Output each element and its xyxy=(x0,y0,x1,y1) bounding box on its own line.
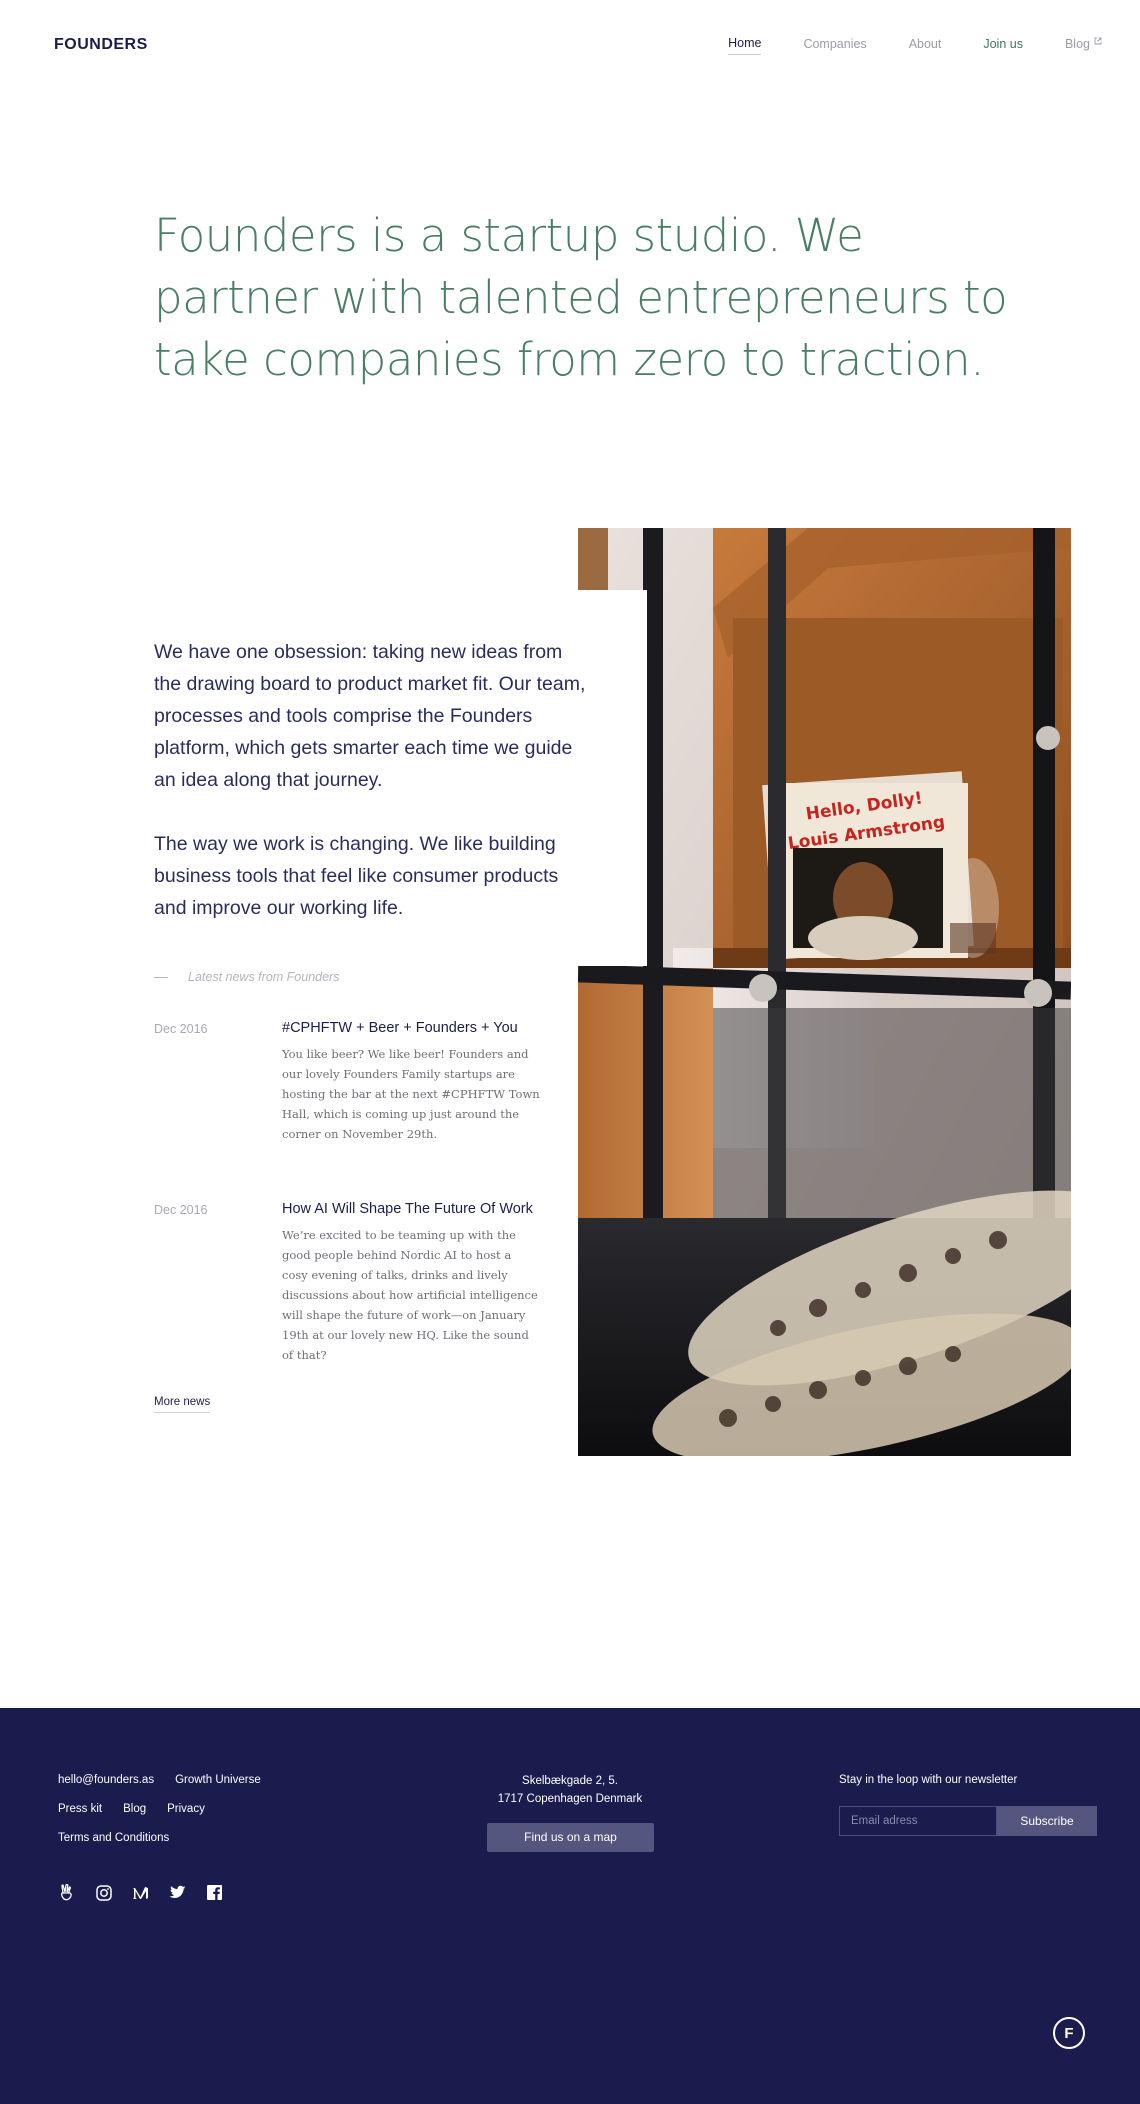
footer-press-kit-link[interactable]: Press kit xyxy=(58,1803,102,1815)
medium-icon[interactable] xyxy=(132,1884,149,1901)
intro-text: We have one obsession: taking new ideas … xyxy=(154,636,594,956)
nav-blog[interactable]: Blog xyxy=(1065,36,1102,55)
newsletter-label: Stay in the loop with our newsletter xyxy=(839,1774,1018,1786)
news-heading-label: Latest news from Founders xyxy=(188,970,340,984)
news-date: Dec 2016 xyxy=(154,1022,208,1036)
news-excerpt: We’re excited to be teaming up with the … xyxy=(282,1228,538,1362)
more-news-link[interactable]: More news xyxy=(154,1396,211,1413)
news-heading-dash xyxy=(154,977,168,979)
footer-growth-universe-link[interactable]: Growth Universe xyxy=(175,1774,261,1786)
site-footer: hello@founders.as Growth Universe Press … xyxy=(0,1708,1140,2104)
address-line-1: Skelbækgade 2, 5. xyxy=(522,1775,618,1787)
footer-privacy-link[interactable]: Privacy xyxy=(167,1803,205,1815)
twitter-icon[interactable] xyxy=(169,1884,186,1901)
nav-join-us[interactable]: Join us xyxy=(983,36,1023,55)
news-title[interactable]: #CPHFTW + Beer + Founders + You xyxy=(282,1020,552,1036)
footer-terms-link[interactable]: Terms and Conditions xyxy=(58,1832,169,1844)
office-shelf-photo: Hello, Dolly! Louis Armstrong xyxy=(578,528,1071,1456)
nav-blog-label: Blog xyxy=(1064,36,1090,51)
nav-companies[interactable]: Companies xyxy=(803,36,866,55)
footer-links: hello@founders.as Growth Universe Press … xyxy=(58,1774,261,1861)
facebook-icon[interactable] xyxy=(206,1884,223,1901)
address-line-2: 1717 Copenhagen Denmark xyxy=(497,1793,643,1805)
hero-statement: Founders is a startup studio. We partner… xyxy=(154,209,1008,386)
subscribe-button[interactable]: Subscribe xyxy=(997,1806,1097,1836)
instagram-icon[interactable] xyxy=(95,1884,112,1901)
social-links xyxy=(58,1884,223,1901)
news-heading: Latest news from Founders xyxy=(154,970,339,984)
angellist-icon[interactable] xyxy=(58,1884,75,1901)
news-title[interactable]: How AI Will Shape The Future Of Work xyxy=(282,1201,552,1217)
find-on-map-button[interactable]: Find us on a map xyxy=(487,1823,654,1852)
intro-paragraph-2: The way we work is changing. We like bui… xyxy=(154,833,559,919)
founders-badge-icon[interactable]: F xyxy=(1053,2017,1085,2049)
footer-blog-link[interactable]: Blog xyxy=(123,1803,146,1815)
news-excerpt: You like beer? We like beer! Founders an… xyxy=(282,1047,540,1141)
founders-logo[interactable]: FOUNDERS xyxy=(54,36,148,54)
nav-about[interactable]: About xyxy=(909,36,942,55)
site-header: FOUNDERS Home Companies About Join us Bl… xyxy=(0,0,1140,90)
external-link-icon xyxy=(1094,37,1102,44)
footer-email-link[interactable]: hello@founders.as xyxy=(58,1774,154,1786)
main-nav: Home Companies About Join us Blog xyxy=(728,36,1102,55)
office-address: Skelbækgade 2, 5. 1717 Copenhagen Denmar… xyxy=(470,1772,670,1808)
nav-home[interactable]: Home xyxy=(728,36,762,55)
intro-paragraph-1: We have one obsession: taking new ideas … xyxy=(154,641,586,791)
news-date: Dec 2016 xyxy=(154,1203,208,1217)
newsletter-email-input[interactable] xyxy=(839,1806,997,1836)
